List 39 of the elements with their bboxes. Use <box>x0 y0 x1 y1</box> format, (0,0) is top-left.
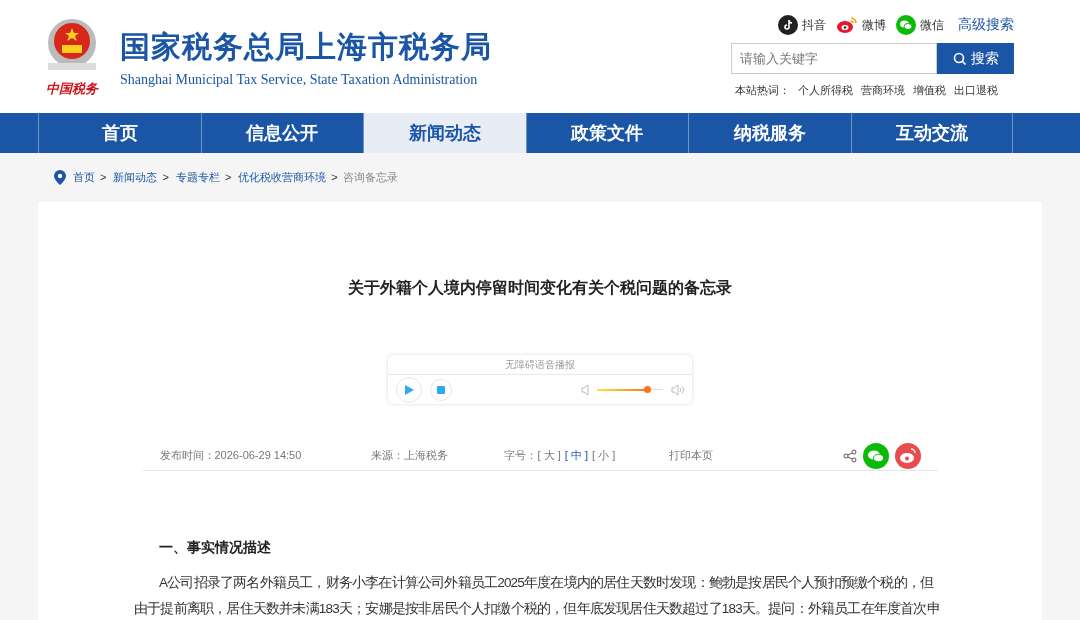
breadcrumb-separator: > <box>224 170 232 186</box>
breadcrumb-separator: > <box>162 170 169 186</box>
hot-word-link[interactable]: 营商环境 <box>861 82 905 99</box>
hot-word-link[interactable]: 出口退税 <box>954 82 998 99</box>
font-size-option[interactable]: [ 大 ] <box>536 447 562 464</box>
breadcrumb-link[interactable]: 首页 <box>73 169 95 186</box>
site-subtitle: Shanghai Municipal Tax Service, State Taxation Administration <box>120 70 479 89</box>
breadcrumb-separator: > <box>331 170 338 186</box>
article-paragraph: A公司招录了两名外籍员工，财务小李在计算公司外籍员工2025年度在境内的居住天数时发现：鲍勃是按居民个人预扣预缴个税的，但由于提前离职，居住天数并未满183天；安娜是按非居民个人扣缴个税的，但年底发现居住天数超过了183天。提问：外籍员工在年度首次申 <box>134 574 941 618</box>
advanced-search-link[interactable]: 高级搜索 <box>958 14 1014 35</box>
emblem-caption: 中国税务 <box>46 79 98 98</box>
publish-time: 发布时间：2026-06-29 14:50 <box>159 448 303 464</box>
nav-tab[interactable]: 政策文件 <box>525 113 688 153</box>
breadcrumb-link[interactable]: 新闻动态 <box>113 169 158 186</box>
breadcrumb-link[interactable]: 专题专栏 <box>175 169 220 186</box>
social-link[interactable]: 微信 <box>920 15 944 34</box>
site-title: 国家税务总局上海市税务局 <box>120 28 492 65</box>
breadcrumb-current: 咨询备忘录 <box>342 170 398 186</box>
search-field[interactable]: 请输入关键字 <box>731 43 937 74</box>
breadcrumb-separator: > <box>100 170 107 186</box>
breadcrumb-link[interactable]: 优化税收营商环境 <box>238 169 327 186</box>
player-title: 无障碍语音播报 <box>505 358 575 372</box>
nav-tab[interactable]: 互动交流 <box>850 113 1013 153</box>
hot-word-link[interactable]: 增值税 <box>913 82 946 99</box>
social-link[interactable]: 微博 <box>862 15 886 34</box>
article-title: 关于外籍个人境内停留时间变化有关个税问题的备忘录 <box>348 278 732 298</box>
hot-word-link[interactable]: 个人所得税 <box>798 82 853 99</box>
font-size-option[interactable]: [ 中 ] <box>563 447 589 464</box>
print-link[interactable]: 打印本页 <box>668 447 713 464</box>
nav-tab[interactable]: 首页 <box>38 113 201 153</box>
nav-tab[interactable]: 纳税服务 <box>688 113 851 153</box>
nav-tab[interactable]: 新闻动态 <box>363 113 526 153</box>
article-source: 来源：上海税务 <box>370 448 449 464</box>
font-size-label: 字号： <box>503 448 537 464</box>
hot-words-label: 本站热词： <box>735 83 790 98</box>
social-link[interactable]: 抖音 <box>802 15 826 34</box>
search-button[interactable]: 搜索 <box>937 43 1014 74</box>
section-heading: 一、事实情况描述 <box>158 538 272 557</box>
font-size-option[interactable]: [ 小 ] <box>590 447 617 464</box>
